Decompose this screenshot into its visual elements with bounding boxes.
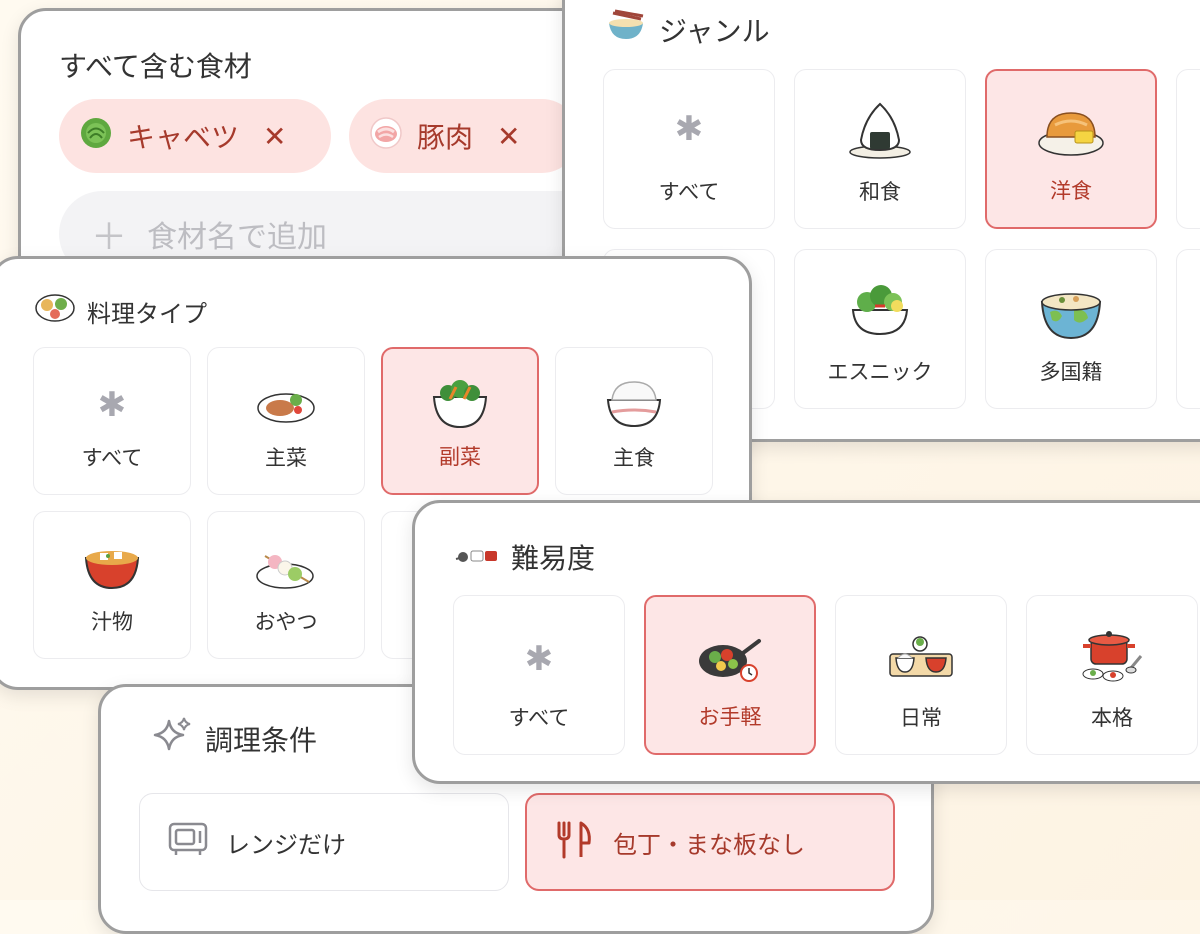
genre-tile-partial-2[interactable]: [1176, 249, 1200, 409]
tile-label: すべて: [658, 180, 720, 204]
ingredients-card: すべて含む食材 キャベツ ✕ 豚肉 ✕ ＋ 食材名で追加: [18, 8, 618, 298]
genre-tile-ethnic[interactable]: エスニック: [794, 249, 966, 409]
conditions-title: 調理条件: [205, 723, 318, 757]
tile-label: 洋食: [1050, 179, 1092, 203]
ingredient-chip-cabbage[interactable]: キャベツ ✕: [59, 99, 331, 173]
genre-header: ジャンル: [605, 9, 770, 50]
bento-icon: [35, 293, 75, 330]
option-label: レンジだけ: [226, 830, 346, 859]
tile-label: すべて: [81, 446, 143, 470]
dish-tile-all[interactable]: ✱ すべて: [33, 347, 191, 495]
chip-label: 豚肉: [417, 121, 474, 154]
genre-tile-international[interactable]: 多国籍: [985, 249, 1157, 409]
sparkle-icon: [153, 715, 193, 762]
frying-pan-icon: [697, 633, 763, 687]
difficulty-card: 難易度 ✱ すべて お手軽 日常 本格: [412, 500, 1200, 784]
remove-icon[interactable]: ✕: [263, 120, 286, 153]
ingredient-chip-pork[interactable]: 豚肉 ✕: [349, 99, 579, 173]
difficulty-header: 難易度: [455, 537, 595, 577]
fork-knife-icon: [555, 819, 595, 865]
miso-soup-icon: [82, 538, 142, 598]
add-placeholder: 食材名で追加: [147, 220, 328, 255]
pork-icon: [369, 116, 403, 157]
genre-tile-japanese[interactable]: 和食: [794, 69, 966, 229]
tile-label: 日常: [900, 706, 942, 730]
rice-bowl-icon: [604, 374, 664, 434]
microwave-icon: [168, 821, 208, 863]
dish-type-title: 料理タイプ: [87, 300, 207, 328]
dish-tile-main[interactable]: 主菜: [207, 347, 365, 495]
pot-icon: [1079, 626, 1145, 688]
condition-no-knife[interactable]: 包丁・まな板なし: [525, 793, 895, 891]
tile-label: おやつ: [254, 610, 318, 634]
bread-icon: [1037, 103, 1105, 163]
tile-label: 和食: [859, 180, 901, 204]
dish-tile-soup[interactable]: 汁物: [33, 511, 191, 659]
tile-label: 汁物: [91, 610, 133, 634]
ingredients-title: すべて含む食材: [59, 50, 252, 83]
tile-label: すべて: [508, 706, 570, 730]
chip-label: キャベツ: [127, 121, 240, 154]
tile-label: 本格: [1091, 706, 1133, 730]
dish-tile-side[interactable]: 副菜: [381, 347, 539, 495]
bowl-chopsticks-icon: [605, 9, 647, 50]
globe-bowl-icon: [1038, 280, 1104, 346]
onigiri-icon: [847, 98, 913, 164]
genre-title: ジャンル: [659, 14, 770, 48]
difficulty-tile-all[interactable]: ✱ すべて: [453, 595, 625, 755]
tile-label: お手軽: [698, 705, 762, 729]
asterisk-icon: ✱: [674, 109, 704, 149]
dish-tile-snack[interactable]: おやつ: [207, 511, 365, 659]
side-dish-icon: [430, 375, 490, 435]
cabbage-icon: [79, 116, 113, 157]
difficulty-tile-daily[interactable]: 日常: [835, 595, 1007, 755]
plus-icon: ＋: [91, 217, 128, 258]
genre-tile-all[interactable]: ✱ すべて: [603, 69, 775, 229]
remove-icon[interactable]: ✕: [497, 120, 520, 153]
tile-label: 主食: [613, 446, 655, 470]
dish-type-header: 料理タイプ: [35, 293, 207, 330]
salad-bowl-icon: [847, 280, 913, 344]
main-dish-icon: [256, 382, 316, 430]
option-label: 包丁・まな板なし: [613, 830, 805, 859]
cookware-icon: [455, 542, 499, 572]
meal-tray-icon: [888, 632, 954, 684]
genre-tile-western[interactable]: 洋食: [985, 69, 1157, 229]
asterisk-icon: ✱: [97, 385, 127, 425]
difficulty-tile-easy[interactable]: お手軽: [644, 595, 816, 755]
condition-microwave[interactable]: レンジだけ: [139, 793, 509, 891]
conditions-header: 調理条件: [153, 715, 317, 762]
dango-icon: [255, 542, 317, 596]
genre-tile-partial[interactable]: [1176, 69, 1200, 229]
tile-label: 副菜: [439, 445, 481, 469]
tile-label: 主菜: [265, 446, 307, 470]
asterisk-icon: ✱: [524, 639, 554, 679]
tile-label: エスニック: [827, 360, 933, 384]
difficulty-title: 難易度: [511, 542, 596, 575]
tile-label: 多国籍: [1039, 360, 1103, 384]
dish-tile-staple[interactable]: 主食: [555, 347, 713, 495]
difficulty-tile-authentic[interactable]: 本格: [1026, 595, 1198, 755]
